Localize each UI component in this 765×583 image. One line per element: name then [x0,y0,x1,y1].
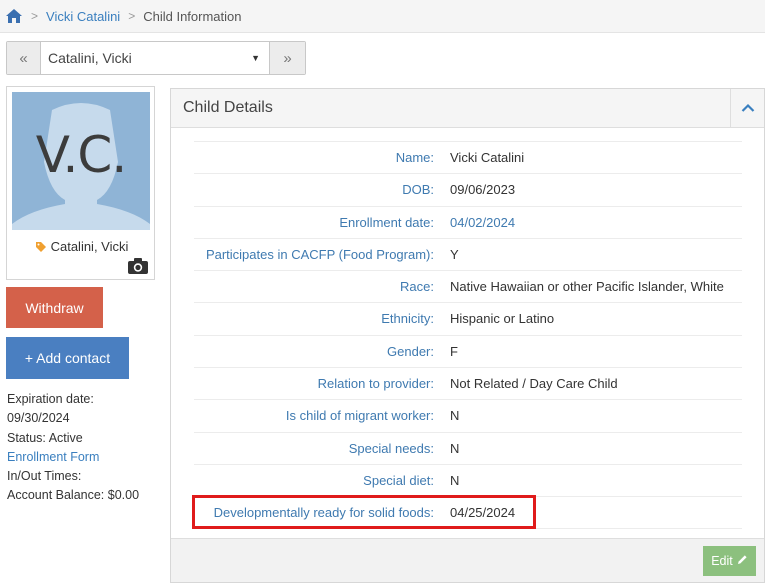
avatar-initials: V.C. [35,126,127,184]
detail-label: Is child of migrant worker: [285,408,434,424]
status-text: Status: Active [7,430,83,445]
detail-row: Gender: F [194,334,742,367]
detail-value: Y [450,246,459,262]
detail-value: N [450,472,460,488]
expiration-label: Expiration date: [7,392,94,406]
detail-value: Not Related / Day Care Child [450,376,618,392]
panel-title: Child Details [183,99,273,116]
photo-name-label: Catalini, Vicki [50,239,129,254]
edit-button-label: Edit [711,554,733,568]
add-contact-button[interactable]: + Add contact [6,337,129,379]
photo-name: Catalini, Vicki [7,239,156,254]
detail-row: Name: Vicki Catalini [194,141,742,173]
detail-label: DOB: [402,182,434,198]
detail-label: Special needs: [348,440,434,456]
next-child-button[interactable]: » [269,42,305,74]
collapse-button[interactable] [730,89,764,127]
detail-row: Ethnicity: Hispanic or Latino [194,302,742,334]
detail-row: Is child of migrant worker: N [194,399,742,431]
enrollment-date-link[interactable]: 04/02/2024 [450,207,515,239]
breadcrumb-separator: > [31,9,39,23]
child-photo-card: V.C. Catalini, Vicki [6,86,155,280]
detail-value: F [450,343,458,359]
detail-label: Ethnicity: [381,311,434,327]
detail-value: N [450,440,460,456]
tag-icon [35,241,47,253]
withdraw-button[interactable]: Withdraw [6,287,103,328]
panel-header: Child Details [171,89,764,128]
detail-label: Participates in CACFP (Food Program): [205,246,434,262]
avatar: V.C. [12,92,150,230]
detail-row: Special needs: N [194,431,742,464]
breadcrumb-separator: > [128,9,136,23]
home-icon[interactable] [5,7,23,25]
panel-footer: Edit [171,538,764,582]
pencil-icon [737,554,748,568]
detail-value: N [450,408,460,424]
detail-label: Enrollment date: [339,214,434,230]
detail-label: Special diet: [363,472,434,488]
detail-row: Enrollment date: 04/02/2024 [194,205,742,239]
detail-row: Participates in CACFP (Food Program): Y [194,237,742,270]
detail-value: Hispanic or Latino [450,311,555,327]
child-status-info: Expiration date: 09/30/2024 Status: Acti… [7,390,167,506]
detail-value: Native Hawaiian or other Pacific Islande… [450,279,724,295]
expiration-value: 09/30/2024 [7,411,70,426]
detail-label: Relation to provider: [317,376,434,392]
detail-value: 09/06/2023 [450,182,516,198]
detail-row: Special diet: N [194,463,742,496]
child-select[interactable]: Catalini, Vicki ▼ [41,42,269,74]
caret-down-icon: ▼ [251,53,260,63]
edit-button[interactable]: Edit [703,546,756,576]
highlight-box [192,495,536,529]
breadcrumb: > Vicki Catalini > Child Information [0,0,765,33]
inout-times: In/Out Times: [7,469,82,484]
detail-row: Relation to provider: Not Related / Day … [194,367,742,399]
enrollment-form-link[interactable]: Enrollment Form [7,450,99,464]
account-balance: Account Balance: $0.00 [7,488,140,503]
child-selector: « Catalini, Vicki ▼ » [6,41,306,75]
camera-icon[interactable] [127,257,149,275]
detail-row: Race: Native Hawaiian or other Pacific I… [194,270,742,302]
chevron-up-icon [741,101,755,116]
child-select-value: Catalini, Vicki [48,50,132,66]
breadcrumb-current: Child Information [143,8,242,24]
details-list: Name: Vicki Catalini DOB: 09/06/2023 Enr… [194,141,742,529]
detail-label: Race: [400,279,434,295]
breadcrumb-child-link[interactable]: Vicki Catalini [46,9,120,24]
previous-child-button[interactable]: « [7,42,41,74]
detail-row: DOB: 09/06/2023 [194,173,742,205]
detail-label: Gender: [387,343,434,359]
detail-label: Name: [395,150,434,165]
detail-value: Vicki Catalini [450,150,525,165]
